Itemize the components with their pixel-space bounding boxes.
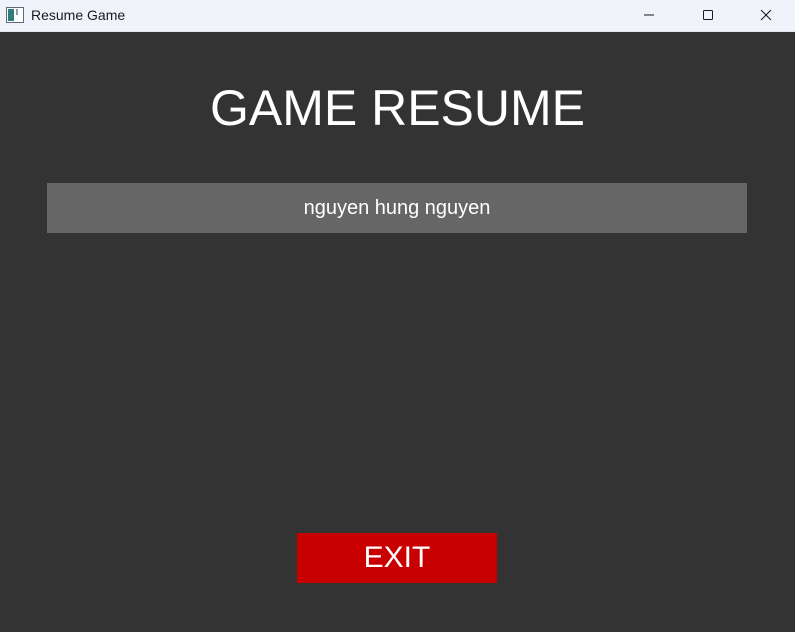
game-window-content: GAME RESUME nguyen hung nguyen EXIT: [0, 32, 795, 632]
title-bar[interactable]: Resume Game: [0, 0, 795, 32]
maximize-button[interactable]: [679, 0, 737, 30]
close-button[interactable]: [737, 0, 795, 30]
exit-button[interactable]: EXIT: [297, 533, 497, 583]
minimize-icon: [643, 9, 655, 21]
page-title: GAME RESUME: [209, 80, 586, 136]
close-icon: [760, 9, 772, 21]
save-slot-button[interactable]: nguyen hung nguyen: [47, 183, 747, 233]
app-window-icon: [6, 7, 24, 23]
minimize-button[interactable]: [620, 0, 678, 30]
window-title: Resume Game: [31, 7, 126, 23]
maximize-icon: [702, 9, 714, 21]
